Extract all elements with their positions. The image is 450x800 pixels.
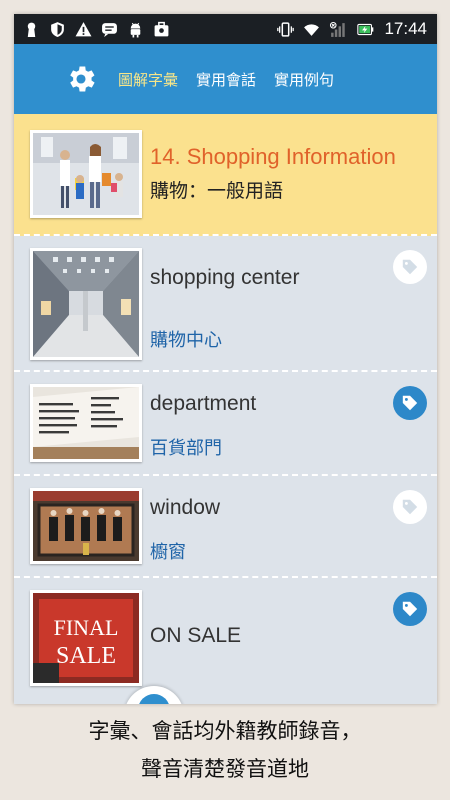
lesson-subtitle: 購物：一般用語: [150, 180, 284, 202]
tag-icon[interactable]: [393, 592, 427, 626]
tag-icon[interactable]: [393, 250, 427, 284]
department-sign-image: [30, 384, 142, 462]
keyhole-icon: [23, 21, 40, 38]
final-sale-image: FINAL SALE: [30, 590, 142, 686]
android-icon: [127, 21, 144, 38]
status-bar: 17:44: [14, 14, 437, 44]
signal-icon: [329, 21, 346, 38]
list-item[interactable]: window 櫥窗: [14, 474, 437, 578]
item-word: shopping center: [150, 266, 300, 289]
item-translation: 購物中心: [150, 330, 222, 351]
warning-icon: [75, 21, 92, 38]
chat-icon: [101, 21, 118, 38]
lesson-header: 14. Shopping Information 購物：一般用語: [14, 114, 437, 236]
promo-caption: 字彙、會話均外籍教師錄音， 聲音清楚發音道地: [0, 712, 450, 788]
item-translation: 櫥窗: [150, 542, 186, 563]
lesson-title: 14. Shopping Information: [150, 144, 396, 169]
gear-icon[interactable]: [64, 62, 98, 96]
shopping-center-image: [30, 248, 142, 360]
wifi-icon: [303, 21, 320, 38]
clock: 17:44: [384, 19, 427, 38]
app-bar: 圖解字彙 實用會話 實用例句: [14, 44, 437, 114]
phone-screen: 17:44 圖解字彙 實用會話 實用例句 14. Shopping Inform…: [14, 14, 437, 704]
list-item[interactable]: FINAL SALE ON SALE: [14, 576, 437, 704]
item-word: department: [150, 392, 257, 415]
tab-sentences[interactable]: 實用例句: [274, 69, 334, 90]
bag-icon: [153, 21, 170, 38]
battery-charging-icon: [355, 21, 375, 38]
caption-line-1: 字彙、會話均外籍教師錄音，: [88, 719, 362, 743]
list-item[interactable]: department 百貨部門: [14, 370, 437, 476]
caption-line-2: 聲音清楚發音道地: [141, 757, 309, 781]
sale-sign-line2: SALE: [56, 643, 116, 669]
tab-vocabulary[interactable]: 圖解字彙: [118, 69, 178, 90]
tag-icon[interactable]: [393, 386, 427, 420]
item-translation: 百貨部門: [150, 438, 222, 459]
list-item[interactable]: shopping center 購物中心: [14, 234, 437, 372]
tab-conversation[interactable]: 實用會話: [196, 69, 256, 90]
item-word: ON SALE: [150, 624, 242, 647]
tag-icon[interactable]: [393, 490, 427, 524]
sale-sign-line1: FINAL: [54, 615, 119, 640]
shop-window-image: [30, 488, 142, 564]
family-shopping-image: [30, 130, 142, 218]
shield-icon: [49, 21, 66, 38]
item-word: window: [150, 496, 221, 519]
vibrate-icon: [277, 21, 295, 38]
